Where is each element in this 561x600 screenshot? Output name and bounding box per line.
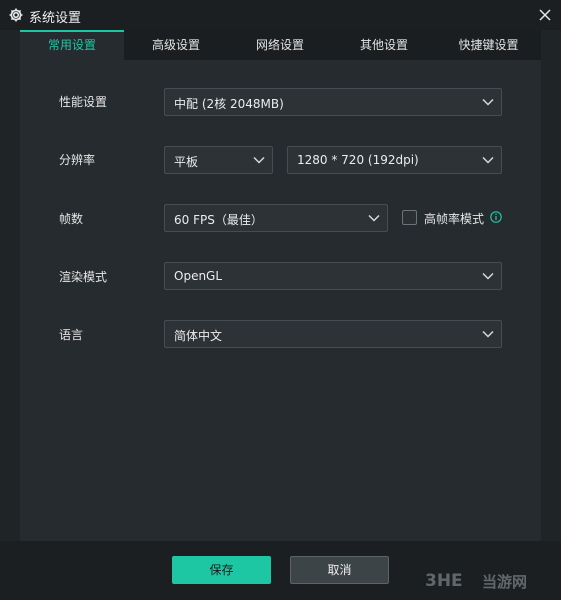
tab-label: 网络设置 xyxy=(255,38,304,52)
device-type-select[interactable]: 平板 xyxy=(164,146,273,174)
language-select[interactable]: 简体中文 xyxy=(164,320,502,348)
performance-select[interactable]: 中配 (2核 2048MB) xyxy=(164,88,502,116)
tab-label: 快捷键设置 xyxy=(458,38,519,52)
device-type-value: 平板 xyxy=(174,155,199,169)
render-mode-select[interactable]: OpenGL xyxy=(164,262,502,290)
watermark: 3HE 当游网 xyxy=(425,570,553,591)
cancel-button[interactable]: 取消 xyxy=(290,556,389,584)
high-fps-checkbox[interactable] xyxy=(402,210,417,225)
chevron-down-icon xyxy=(368,214,380,222)
resolution-select[interactable]: 1280 * 720 (192dpi) xyxy=(287,146,502,174)
title-bar: 系统设置 xyxy=(0,0,561,30)
render-mode-label: 渲染模式 xyxy=(59,270,108,284)
tab-label: 其他设置 xyxy=(359,38,408,52)
fps-label: 帧数 xyxy=(59,212,84,226)
dialog-footer: 保存 取消 3HE 当游网 xyxy=(0,541,561,600)
performance-label: 性能设置 xyxy=(59,95,108,109)
close-icon[interactable] xyxy=(535,5,555,25)
tab-other-settings[interactable]: 其他设置 xyxy=(332,30,436,60)
tab-bar: 常用设置 高级设置 网络设置 其他设置 快捷键设置 xyxy=(20,30,541,60)
gear-icon xyxy=(9,8,23,22)
chevron-down-icon xyxy=(253,156,265,164)
window-title: 系统设置 xyxy=(29,11,82,26)
tab-label: 高级设置 xyxy=(151,38,200,52)
settings-panel: 性能设置 中配 (2核 2048MB) 分辨率 平板 1280 * 720 (1… xyxy=(20,60,541,541)
resolution-label: 分辨率 xyxy=(59,153,96,167)
high-fps-label[interactable]: 高帧率模式 xyxy=(424,210,484,227)
watermark-text: 当游网 xyxy=(482,573,528,591)
fps-value: 60 FPS（最佳） xyxy=(174,213,263,227)
save-button[interactable]: 保存 xyxy=(172,556,271,584)
render-mode-value: OpenGL xyxy=(174,269,223,283)
svg-text:3HE: 3HE xyxy=(425,571,463,590)
resolution-value: 1280 * 720 (192dpi) xyxy=(297,153,419,167)
language-label: 语言 xyxy=(59,328,84,342)
info-icon[interactable] xyxy=(490,211,502,223)
active-tab-indicator xyxy=(20,30,124,32)
chevron-down-icon xyxy=(482,156,494,164)
tab-common-settings[interactable]: 常用设置 xyxy=(20,30,124,60)
tab-advanced-settings[interactable]: 高级设置 xyxy=(124,30,228,60)
watermark-logo: 3HE xyxy=(425,571,463,590)
fps-select[interactable]: 60 FPS（最佳） xyxy=(164,204,388,232)
tab-network-settings[interactable]: 网络设置 xyxy=(228,30,332,60)
chevron-down-icon xyxy=(482,330,494,338)
chevron-down-icon xyxy=(482,272,494,280)
chevron-down-icon xyxy=(482,98,494,106)
tab-label: 常用设置 xyxy=(47,38,96,52)
tab-shortcut-settings[interactable]: 快捷键设置 xyxy=(436,30,541,60)
language-value: 简体中文 xyxy=(174,329,223,343)
performance-value: 中配 (2核 2048MB) xyxy=(174,97,284,111)
